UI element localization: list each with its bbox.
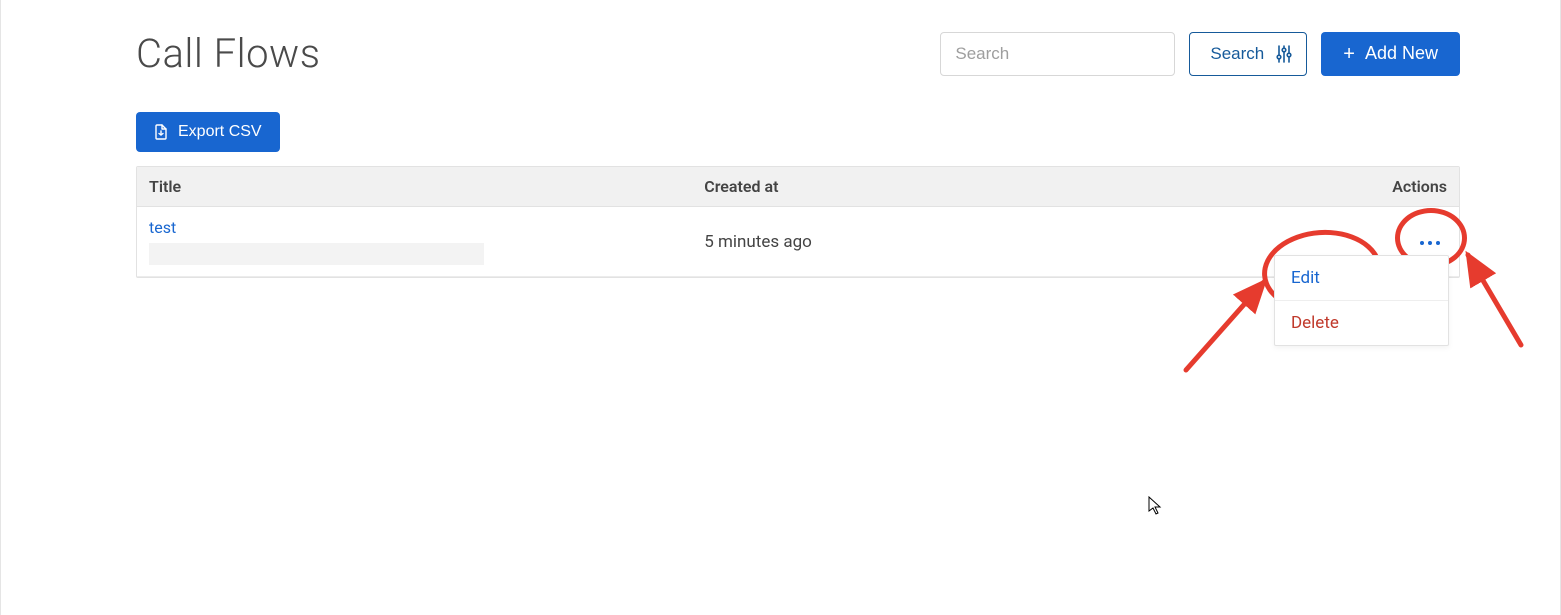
export-csv-label: Export CSV <box>178 123 262 141</box>
more-horizontal-icon <box>1419 240 1441 246</box>
row-created-at: 5 minutes ago <box>692 222 1339 262</box>
export-csv-button[interactable]: Export CSV <box>136 112 280 152</box>
header-actions: Search + Add New <box>940 32 1460 76</box>
page-header: Call Flows Search + Add N <box>136 30 1460 77</box>
table-header: Title Created at Actions <box>137 167 1459 207</box>
row-actions-menu: Edit Delete <box>1274 255 1449 346</box>
file-download-icon <box>154 124 168 140</box>
annotation-arrow-left <box>1176 270 1286 380</box>
table-row: test 5 minutes ago Edit Delete <box>137 207 1459 277</box>
add-new-label: Add New <box>1365 43 1438 64</box>
column-header-title: Title <box>137 167 692 206</box>
page-title: Call Flows <box>136 30 321 77</box>
column-header-actions: Actions <box>1339 167 1459 206</box>
cursor-icon <box>1148 496 1164 516</box>
search-button[interactable]: Search <box>1189 32 1307 76</box>
menu-item-edit[interactable]: Edit <box>1275 256 1448 301</box>
row-actions-button[interactable] <box>1413 234 1447 252</box>
search-button-label: Search <box>1210 44 1264 64</box>
add-new-button[interactable]: + Add New <box>1321 32 1460 76</box>
plus-icon: + <box>1343 44 1355 64</box>
menu-item-delete[interactable]: Delete <box>1275 301 1448 345</box>
row-sub-placeholder <box>149 243 484 265</box>
search-input[interactable] <box>940 32 1175 76</box>
column-header-created-at: Created at <box>692 167 1339 206</box>
sliders-icon <box>1276 45 1292 63</box>
row-title-link[interactable]: test <box>149 218 680 237</box>
call-flows-table: Title Created at Actions test 5 minutes … <box>136 166 1460 278</box>
